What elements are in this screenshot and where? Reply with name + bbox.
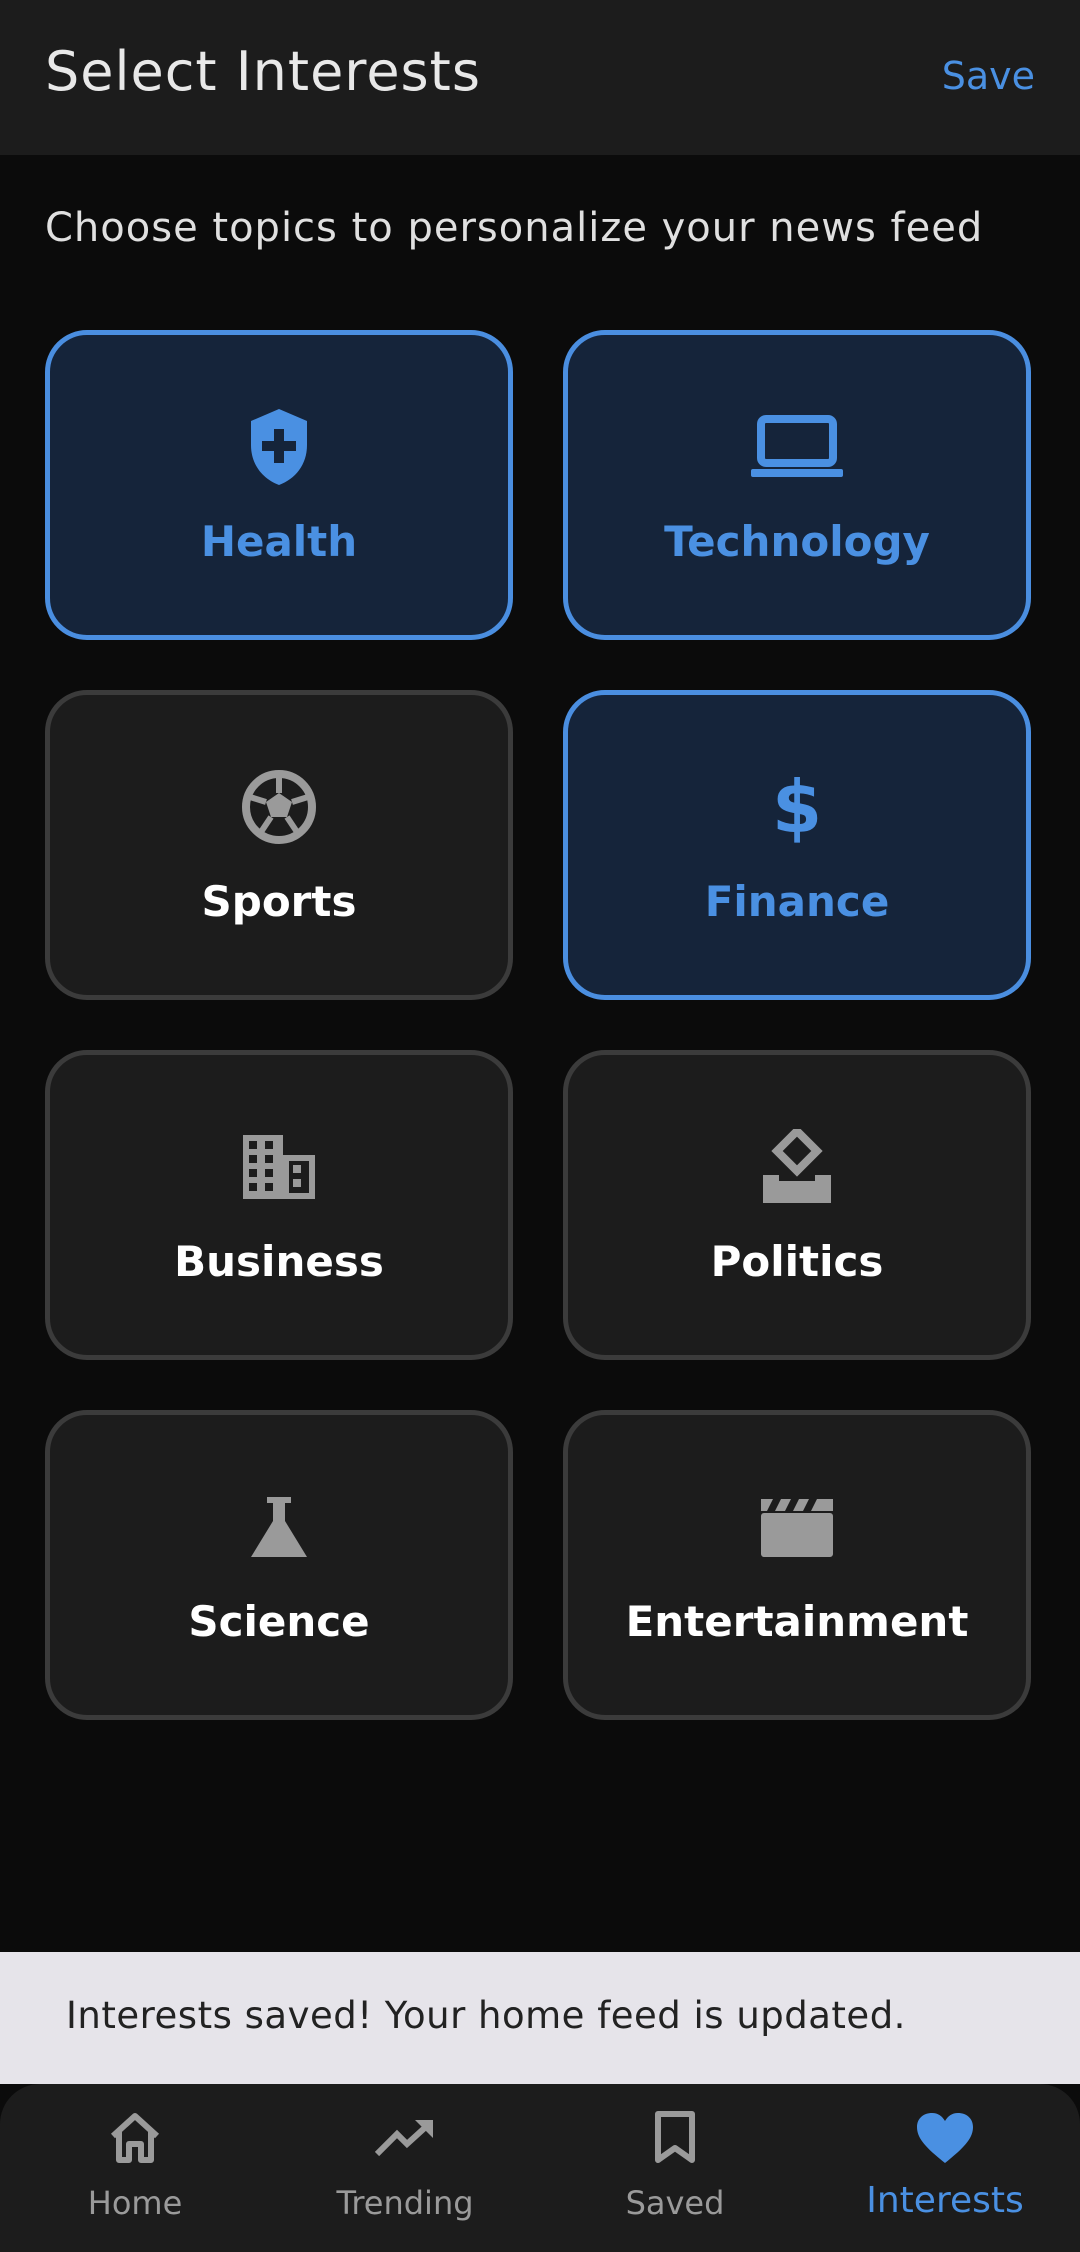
nav-label: Interests bbox=[866, 2180, 1024, 2221]
building-icon bbox=[50, 1127, 508, 1207]
nav-item-saved[interactable]: Saved bbox=[540, 2084, 810, 2252]
interest-label: Entertainment bbox=[625, 1597, 969, 1646]
nav-item-interests[interactable]: Interests bbox=[810, 2084, 1080, 2252]
nav-label: Home bbox=[87, 2184, 183, 2222]
interest-card-science[interactable]: Science bbox=[45, 1410, 513, 1720]
nav-label: Saved bbox=[625, 2184, 725, 2222]
interest-label: Politics bbox=[710, 1237, 884, 1286]
snackbar-message: Interests saved! Your home feed is updat… bbox=[66, 1994, 906, 2037]
interest-label: Sports bbox=[201, 877, 357, 926]
interest-card-finance[interactable]: $ Finance bbox=[563, 690, 1031, 1000]
dollar-icon: $ bbox=[771, 765, 823, 849]
snackbar: Interests saved! Your home feed is updat… bbox=[0, 1952, 1080, 2084]
interest-card-politics[interactable]: Politics bbox=[563, 1050, 1031, 1360]
bookmark-icon bbox=[540, 2106, 810, 2170]
laptop-icon bbox=[568, 407, 1026, 487]
ballot-box-icon bbox=[568, 1127, 1026, 1207]
nav-item-home[interactable]: Home bbox=[0, 2084, 270, 2252]
interest-label: Finance bbox=[704, 877, 890, 926]
clapperboard-icon bbox=[568, 1487, 1026, 1567]
interest-label: Science bbox=[188, 1597, 370, 1646]
nav-item-trending[interactable]: Trending bbox=[270, 2084, 540, 2252]
home-icon bbox=[0, 2106, 270, 2170]
app-bar: Select Interests Save bbox=[0, 0, 1080, 155]
save-button[interactable]: Save bbox=[942, 54, 1035, 98]
soccer-ball-icon bbox=[50, 767, 508, 847]
interest-card-sports[interactable]: Sports bbox=[45, 690, 513, 1000]
interest-card-technology[interactable]: Technology bbox=[563, 330, 1031, 640]
heart-icon bbox=[810, 2106, 1080, 2170]
shield-plus-icon bbox=[50, 407, 508, 487]
interest-card-business[interactable]: Business bbox=[45, 1050, 513, 1360]
bottom-navigation: Home Trending Saved Interests bbox=[0, 2084, 1080, 2252]
interest-card-entertainment[interactable]: Entertainment bbox=[563, 1410, 1031, 1720]
page-title: Select Interests bbox=[45, 40, 481, 103]
interest-label: Business bbox=[174, 1237, 384, 1286]
flask-icon bbox=[50, 1487, 508, 1567]
interest-card-health[interactable]: Health bbox=[45, 330, 513, 640]
nav-label: Trending bbox=[336, 2184, 474, 2222]
trending-icon bbox=[270, 2106, 540, 2170]
page-subtitle: Choose topics to personalize your news f… bbox=[45, 205, 984, 251]
interest-label: Health bbox=[200, 517, 358, 566]
interest-label: Technology bbox=[664, 517, 930, 566]
